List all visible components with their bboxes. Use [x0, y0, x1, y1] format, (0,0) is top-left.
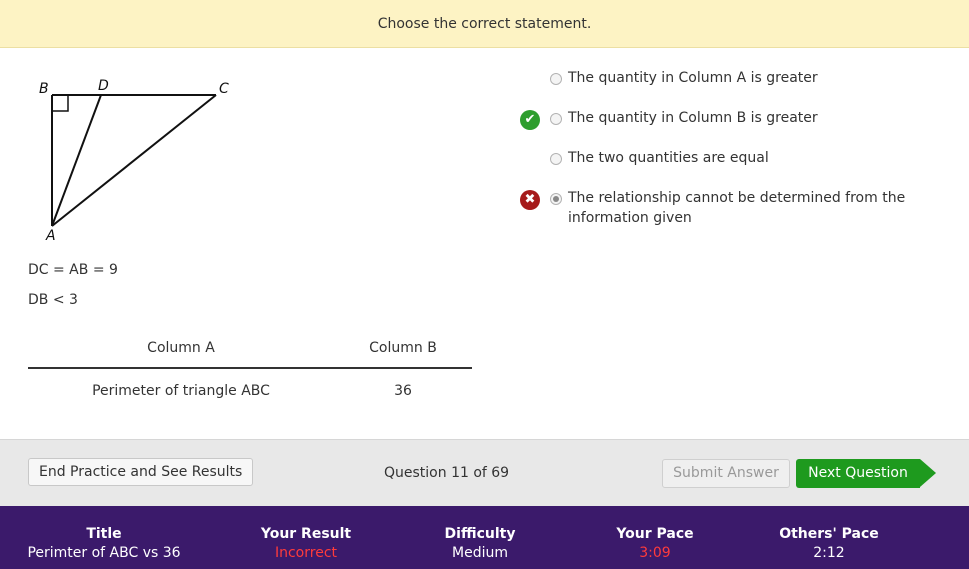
- stat-label: Others' Pace: [779, 526, 879, 542]
- choice-cannot-determine[interactable]: ✖ The relationship cannot be determined …: [518, 188, 948, 238]
- choice-label: The two quantities are equal: [568, 150, 769, 166]
- comparison-header: Column A Column B: [28, 340, 472, 369]
- next-question-button[interactable]: Next Question: [796, 459, 920, 488]
- label-a: A: [45, 228, 56, 244]
- stat-others-pace: Others' Pace 2:12: [749, 526, 909, 563]
- comparison-row: Perimeter of triangle ABC 36: [28, 369, 472, 413]
- stat-value: Medium: [452, 545, 508, 561]
- question-counter: Question 11 of 69: [384, 465, 510, 481]
- choice-quantities-equal[interactable]: The two quantities are equal: [518, 148, 948, 188]
- stat-label: Your Pace: [616, 526, 694, 542]
- radio-button[interactable]: [550, 113, 562, 125]
- radio-button[interactable]: [550, 73, 562, 85]
- column-a-value: Perimeter of triangle ABC: [92, 383, 270, 399]
- stat-difficulty: Difficulty Medium: [400, 526, 560, 563]
- stats-bar: Title Perimter of ABC vs 36 Your Result …: [0, 506, 969, 569]
- check-icon: ✔: [520, 110, 540, 130]
- stat-your-pace: Your Pace 3:09: [575, 526, 735, 563]
- choice-label: The quantity in Column B is greater: [568, 110, 818, 126]
- stat-label: Title: [86, 526, 122, 542]
- stat-title: Title Perimter of ABC vs 36: [24, 526, 184, 563]
- triangle-figure: B D C A: [30, 76, 240, 246]
- given-statement-1: DC = AB = 9: [28, 262, 118, 278]
- stat-label: Difficulty: [444, 526, 516, 542]
- x-icon: ✖: [520, 190, 540, 210]
- stat-value: 2:12: [813, 545, 845, 561]
- column-b-header: Column B: [369, 340, 437, 356]
- submit-answer-button[interactable]: Submit Answer: [662, 459, 790, 488]
- answer-choices: The quantity in Column A is greater ✔ Th…: [518, 68, 948, 238]
- choice-label: The relationship cannot be determined fr…: [568, 190, 906, 226]
- end-practice-button[interactable]: End Practice and See Results: [28, 458, 254, 486]
- column-a-header: Column A: [147, 340, 215, 356]
- question-prompt: Choose the correct statement.: [0, 0, 969, 48]
- radio-button[interactable]: [550, 153, 562, 165]
- choice-column-b-greater[interactable]: ✔ The quantity in Column B is greater: [518, 108, 948, 148]
- stat-value: Incorrect: [274, 545, 338, 561]
- stat-value: Perimter of ABC vs 36: [27, 545, 181, 561]
- choice-column-a-greater[interactable]: The quantity in Column A is greater: [518, 68, 948, 108]
- label-b: B: [39, 81, 49, 97]
- column-b-value: 36: [394, 383, 412, 399]
- stat-value: 3:09: [639, 545, 671, 561]
- label-d: D: [98, 78, 109, 94]
- label-c: C: [219, 81, 229, 97]
- stat-result: Your Result Incorrect: [226, 526, 386, 563]
- comparison-table: Column A Column B Perimeter of triangle …: [28, 340, 472, 413]
- stat-label: Your Result: [260, 526, 352, 542]
- arrow-right-icon[interactable]: [920, 459, 936, 487]
- action-bar: End Practice and See Results Question 11…: [0, 439, 969, 506]
- given-statement-2: DB < 3: [28, 292, 78, 308]
- radio-button-selected[interactable]: [550, 193, 562, 205]
- choice-label: The quantity in Column A is greater: [568, 70, 818, 86]
